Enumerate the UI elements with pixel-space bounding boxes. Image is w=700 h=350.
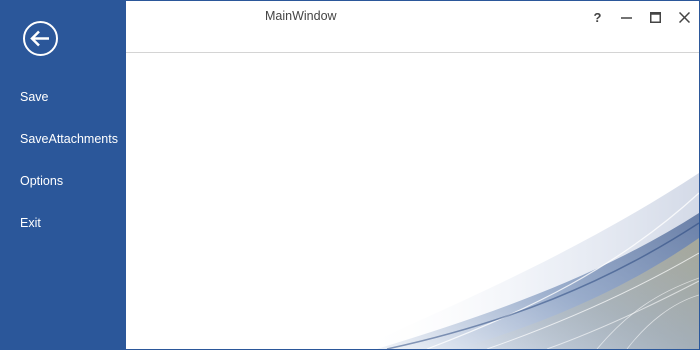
- back-arrow-icon: [23, 21, 58, 56]
- help-icon: ?: [593, 9, 602, 25]
- window-title: MainWindow: [265, 9, 337, 23]
- back-button[interactable]: [22, 20, 59, 57]
- backstage-sidebar: Save SaveAttachments Options Exit: [1, 1, 126, 349]
- menu-item-save[interactable]: Save: [1, 76, 126, 118]
- help-button[interactable]: ?: [583, 1, 612, 33]
- menu-item-options[interactable]: Options: [1, 160, 126, 202]
- background-swoosh-decoration: [357, 173, 699, 349]
- backstage-menu: Save SaveAttachments Options Exit: [1, 76, 126, 244]
- backstage-content: [127, 53, 699, 349]
- menu-item-save-attachments[interactable]: SaveAttachments: [1, 118, 126, 160]
- maximize-icon: [650, 11, 661, 23]
- main-window: Save SaveAttachments Options Exit MainWi…: [0, 0, 700, 350]
- minimize-icon: [621, 16, 632, 19]
- minimize-button[interactable]: [612, 1, 641, 33]
- maximize-button[interactable]: [641, 1, 670, 33]
- caption-buttons: ?: [583, 1, 699, 33]
- close-icon: [679, 11, 690, 23]
- close-button[interactable]: [670, 1, 699, 33]
- menu-item-exit[interactable]: Exit: [1, 202, 126, 244]
- title-bar[interactable]: MainWindow ?: [126, 1, 699, 33]
